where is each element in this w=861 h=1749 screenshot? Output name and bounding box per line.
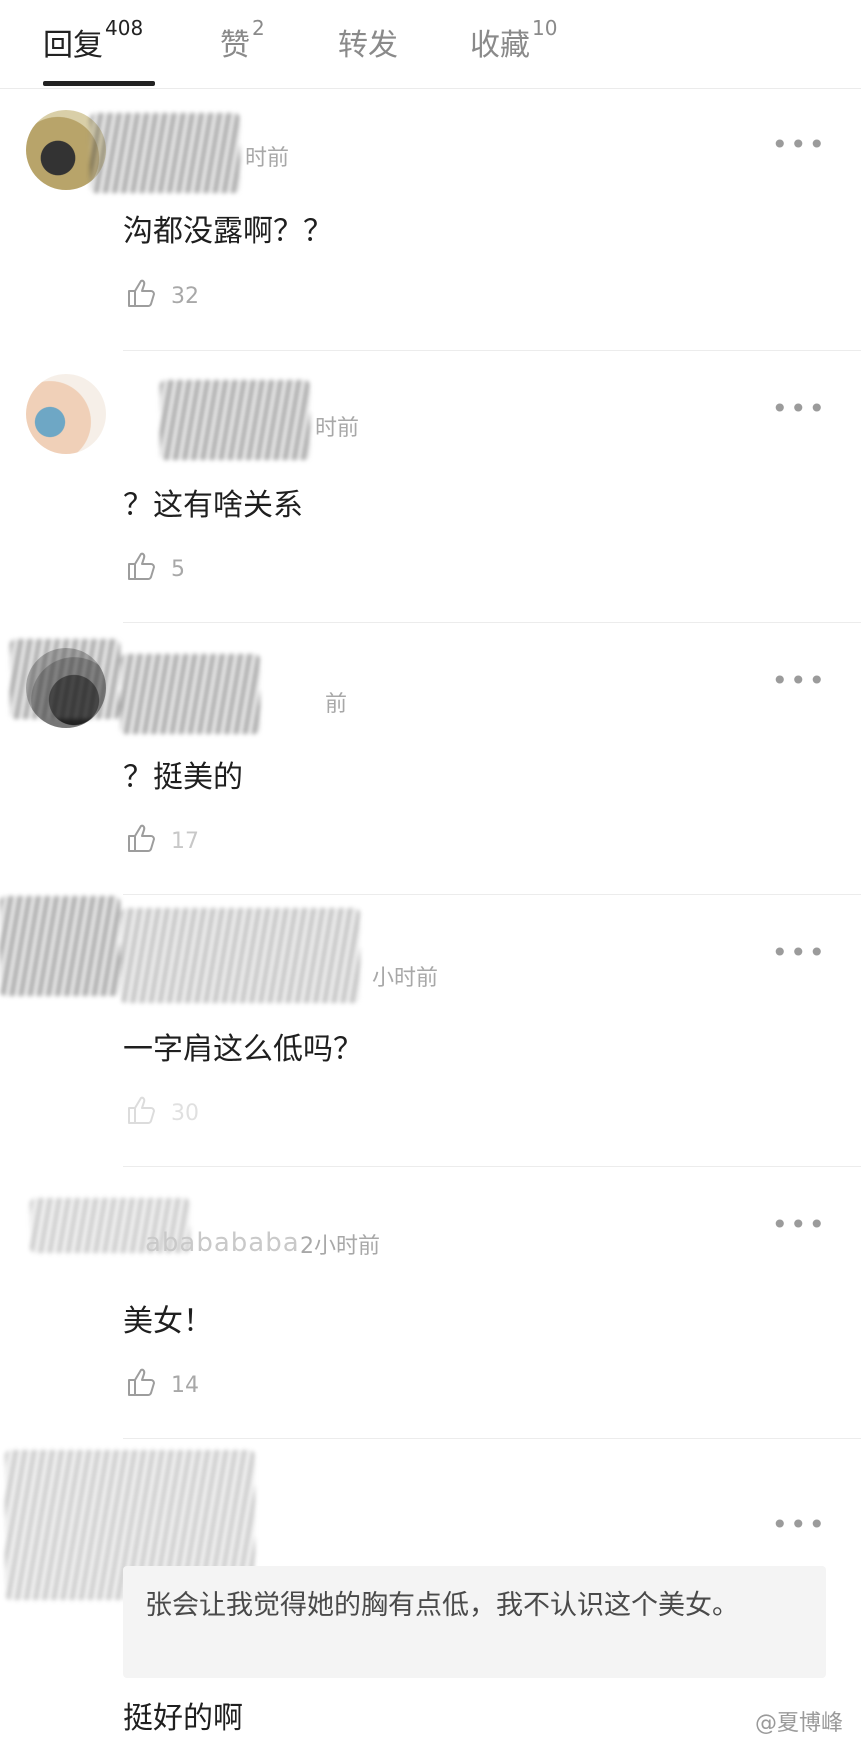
like-count: 32 <box>171 284 199 309</box>
comment-time: 2小时前 <box>300 1234 380 1259</box>
watermark: @夏博峰 <box>754 1711 843 1736</box>
comment-item: 前 ••• ？挺美的 17 <box>0 624 861 896</box>
tab-reposts[interactable]: 转发 <box>338 20 398 80</box>
thumbs-up-icon <box>128 279 155 307</box>
comment-time: 小时前 <box>372 966 439 991</box>
comment-text: ？挺美的 <box>123 760 243 795</box>
tab-label: 赞 <box>220 28 250 63</box>
tab-label: 回复 <box>43 28 103 63</box>
quoted-reply[interactable]: 张会让我觉得她的胸有点低，我不认识这个美女。 <box>123 1566 826 1678</box>
thumbs-up-icon <box>128 1096 155 1124</box>
avatar[interactable] <box>26 374 106 454</box>
comment-text: 美女！ <box>123 1304 213 1339</box>
redacted-username <box>120 654 260 734</box>
more-options-icon[interactable]: ••• <box>771 128 827 161</box>
more-options-icon[interactable]: ••• <box>771 392 827 425</box>
divider <box>123 350 861 351</box>
comment-text: 挺好的啊 <box>123 1701 243 1736</box>
comment-item: 时前 ••• ？这有啥关系 5 <box>0 352 861 624</box>
comment-text: ？这有啥关系 <box>123 488 303 523</box>
more-options-icon[interactable]: ••• <box>771 1208 827 1241</box>
active-tab-indicator <box>43 81 155 86</box>
comment-item: 时前 ••• 沟都没露啊？？ 32 <box>0 88 861 360</box>
comment-item: 小时前 ••• 一字肩这么低吗？ 30 <box>0 896 861 1168</box>
quoted-text: 张会让我觉得她的胸有点低，我不认识这个美女。 <box>145 1590 739 1621</box>
thumbs-up-icon <box>128 824 155 852</box>
tab-count: 10 <box>532 16 558 40</box>
tab-label: 转发 <box>338 28 398 63</box>
tab-favorites[interactable]: 收藏 10 <box>470 16 557 80</box>
divider <box>123 1166 861 1167</box>
tab-count: 2 <box>252 16 265 40</box>
like-count: 30 <box>171 1101 199 1126</box>
tab-likes[interactable]: 赞2 <box>220 16 265 80</box>
reply-tabs: 回复 408 赞2 转发 收藏 10 <box>0 0 861 89</box>
tab-replies[interactable]: 回复 408 <box>43 16 143 80</box>
redacted-username <box>120 908 360 1003</box>
comment-time: 时前 <box>245 146 290 171</box>
thumbs-up-icon <box>128 552 155 580</box>
tab-count: 408 <box>105 16 144 40</box>
more-options-icon[interactable]: ••• <box>771 664 827 697</box>
redacted-username <box>90 113 240 193</box>
comment-text: 沟都没露啊？？ <box>123 214 333 249</box>
comment-item: ••• 张会让我觉得她的胸有点低，我不认识这个美女。 挺好的啊 <box>0 1440 861 1749</box>
more-options-icon[interactable]: ••• <box>771 936 827 969</box>
more-options-icon[interactable]: ••• <box>771 1508 827 1541</box>
redacted-avatar <box>0 896 120 996</box>
like-count: 17 <box>171 829 199 854</box>
comment-username[interactable]: ababababa <box>145 1228 300 1258</box>
redacted-avatar-mark <box>10 639 120 719</box>
comment-text: 一字肩这么低吗？ <box>123 1032 363 1067</box>
like-count: 5 <box>171 557 185 582</box>
divider <box>123 622 861 623</box>
comment-time: 时前 <box>315 416 360 441</box>
comment-time: 前 <box>325 692 348 717</box>
tab-label: 收藏 <box>470 28 530 63</box>
like-count: 14 <box>171 1373 199 1398</box>
divider <box>123 894 861 895</box>
comment-item: ababababa 2小时前 ••• 美女！ 14 <box>0 1168 861 1440</box>
thumbs-up-icon <box>128 1368 155 1396</box>
redacted-username <box>160 380 310 460</box>
divider <box>123 1438 861 1439</box>
